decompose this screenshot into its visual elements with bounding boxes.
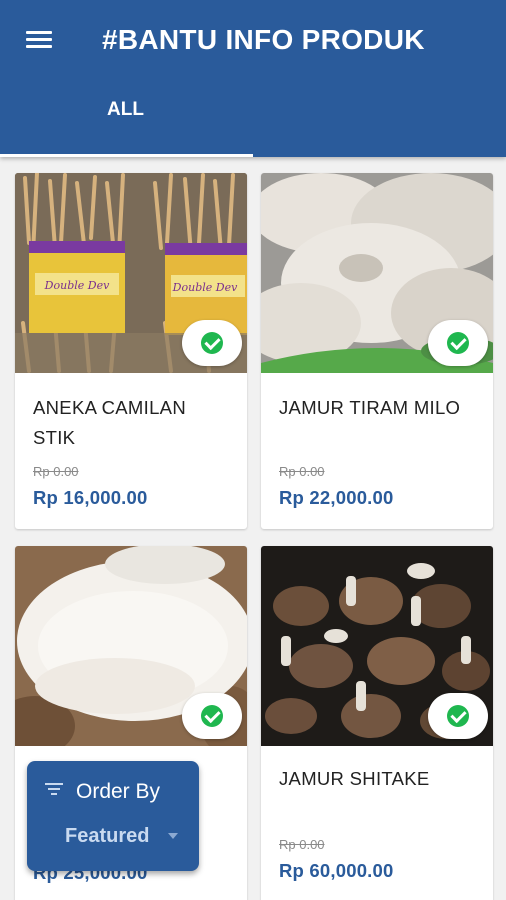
tab-label: ALL — [107, 99, 144, 120]
product-old-price: Rp 0.00 — [279, 464, 325, 479]
svg-text:Double Dev: Double Dev — [44, 279, 110, 292]
tab-all[interactable]: ALL — [0, 86, 253, 157]
order-by-button[interactable]: Order By Featured — [27, 761, 199, 871]
order-by-label: Order By — [76, 780, 161, 803]
check-circle-icon — [182, 693, 242, 739]
product-card[interactable]: JAMUR TIRAM MILO Rp 0.00 Rp 22,000.00 — [261, 173, 493, 529]
order-by-value[interactable]: Featured — [65, 825, 149, 848]
svg-text:Double Dev: Double Dev — [172, 281, 238, 294]
product-old-price: Rp 0.00 — [33, 464, 79, 479]
product-card[interactable]: JAMUR SHITAKE Rp 0.00 Rp 60,000.00 — [261, 546, 493, 900]
product-price: Rp 60,000.00 — [279, 860, 394, 881]
tab-indicator — [0, 154, 253, 157]
product-name: JAMUR TIRAM MILO — [279, 397, 461, 418]
product-price: Rp 22,000.00 — [279, 487, 394, 508]
check-circle-icon — [182, 320, 242, 366]
chevron-down-icon — [168, 833, 178, 839]
product-price: Rp 16,000.00 — [33, 487, 148, 508]
product-old-price: Rp 0.00 — [279, 837, 325, 852]
check-circle-icon — [428, 693, 488, 739]
product-name: ANEKA CAMILAN STIK — [33, 397, 186, 448]
app-title: #BANTU INFO PRODUK — [102, 24, 425, 55]
product-card[interactable]: Double Dev Double Dev ANEKA CAMILAN STIK… — [15, 173, 247, 529]
app-bar: #BANTU INFO PRODUK ALL — [0, 0, 506, 157]
filter-icon — [45, 783, 63, 797]
menu-icon[interactable] — [24, 28, 56, 54]
product-name: JAMUR SHITAKE — [279, 768, 430, 789]
check-circle-icon — [428, 320, 488, 366]
